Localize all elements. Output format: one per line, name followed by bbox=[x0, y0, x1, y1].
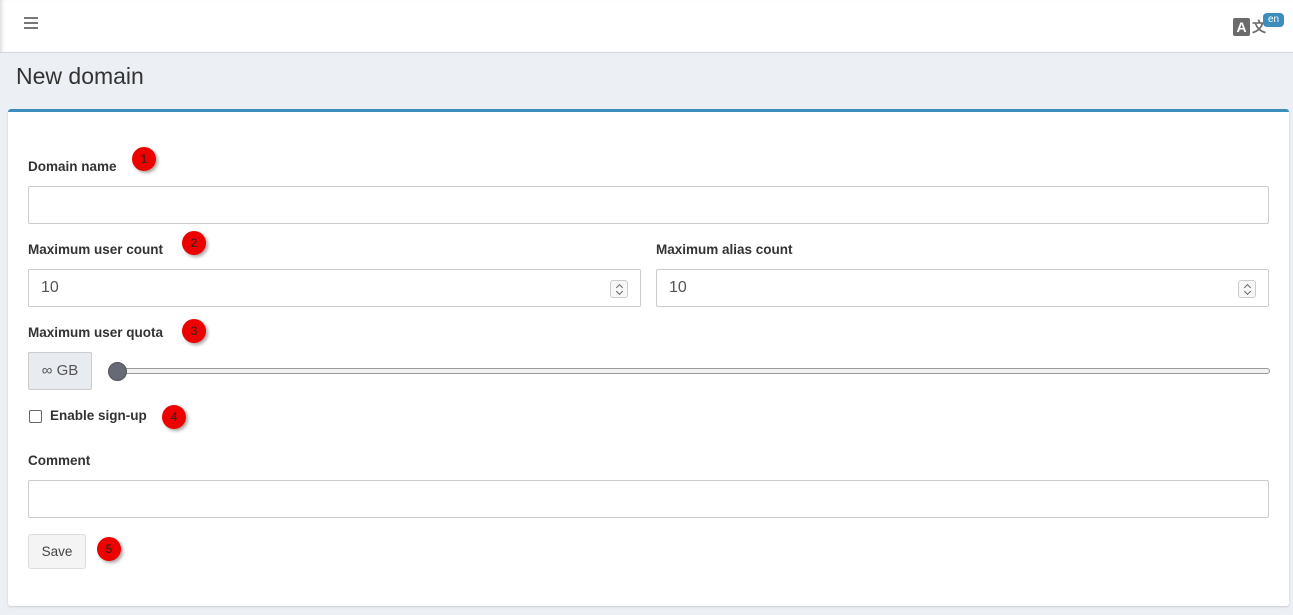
annotation-marker-2: 2 bbox=[182, 231, 206, 255]
domain-name-label: Domain name bbox=[28, 159, 117, 174]
annotation-marker-3: 3 bbox=[182, 319, 206, 343]
quota-value-addon: ∞ GB bbox=[28, 352, 92, 390]
quota-slider-handle[interactable] bbox=[108, 362, 127, 381]
language-badge: en bbox=[1263, 13, 1284, 27]
comment-label: Comment bbox=[28, 453, 91, 468]
max-user-count-label: Maximum user count bbox=[28, 242, 164, 257]
max-user-count-value: 10 bbox=[41, 279, 59, 296]
annotation-marker-1: 1 bbox=[132, 147, 156, 171]
quota-slider-track[interactable] bbox=[110, 368, 1270, 374]
enable-signup-checkbox[interactable] bbox=[29, 410, 42, 423]
number-stepper-icon[interactable] bbox=[1238, 280, 1256, 298]
annotation-marker-4: 4 bbox=[162, 405, 186, 429]
comment-input[interactable] bbox=[28, 480, 1269, 518]
max-alias-count-value: 10 bbox=[669, 279, 687, 296]
max-alias-count-input[interactable]: 10 bbox=[656, 269, 1269, 307]
top-navbar: A 文 en bbox=[0, 0, 1293, 53]
number-stepper-icon[interactable] bbox=[610, 280, 628, 298]
save-button[interactable]: Save bbox=[28, 534, 86, 569]
page-title: New domain bbox=[16, 63, 144, 89]
domain-name-input[interactable] bbox=[28, 186, 1269, 224]
language-switcher[interactable]: A 文 en bbox=[1233, 13, 1285, 39]
hamburger-icon[interactable] bbox=[24, 17, 39, 31]
form-panel bbox=[8, 109, 1289, 606]
max-user-quota-label: Maximum user quota bbox=[28, 325, 164, 340]
annotation-marker-5: 5 bbox=[97, 537, 121, 561]
max-alias-count-label: Maximum alias count bbox=[656, 242, 793, 257]
translate-icon-a: A bbox=[1233, 18, 1250, 36]
max-user-count-input[interactable]: 10 bbox=[28, 269, 641, 307]
enable-signup-label[interactable]: Enable sign-up bbox=[50, 408, 147, 423]
